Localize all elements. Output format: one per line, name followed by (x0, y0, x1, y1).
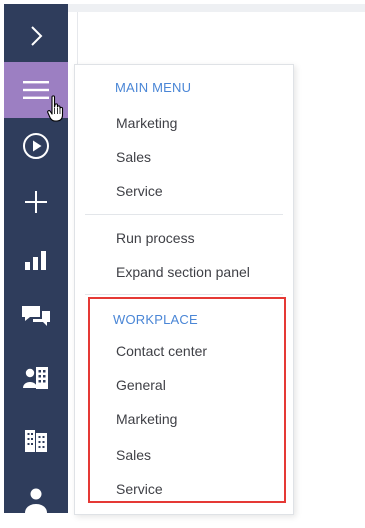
main-menu-title: MAIN MENU (115, 80, 192, 95)
chevron-right-icon (26, 24, 46, 48)
analytics-button[interactable] (4, 232, 68, 288)
expand-sidebar-button[interactable] (4, 8, 68, 64)
contacts-button[interactable] (4, 350, 68, 406)
accounts-button[interactable] (4, 412, 68, 468)
hamburger-menu-icon (23, 80, 49, 100)
menu-item-expand-section-panel[interactable]: Expand section panel (116, 264, 250, 280)
menu-item-run-process[interactable]: Run process (116, 230, 195, 246)
feed-button[interactable] (4, 288, 68, 344)
plus-icon (25, 191, 47, 213)
contacts-icon (23, 366, 49, 390)
menu-divider (85, 214, 283, 215)
workplace-highlight-box (88, 297, 286, 503)
menu-divider (85, 294, 283, 295)
profile-button[interactable] (4, 472, 68, 528)
sidebar (4, 4, 68, 513)
menu-item-marketing[interactable]: Marketing (116, 115, 177, 131)
bar-chart-icon (25, 250, 47, 270)
user-icon (25, 487, 47, 513)
menu-item-service[interactable]: Service (116, 183, 163, 199)
top-bar (68, 4, 365, 12)
menu-item-sales[interactable]: Sales (116, 149, 151, 165)
add-button[interactable] (4, 174, 68, 230)
hand-cursor-icon (47, 94, 67, 129)
chat-icon (21, 304, 51, 328)
building-icon (25, 428, 47, 452)
play-circle-icon (22, 132, 50, 160)
